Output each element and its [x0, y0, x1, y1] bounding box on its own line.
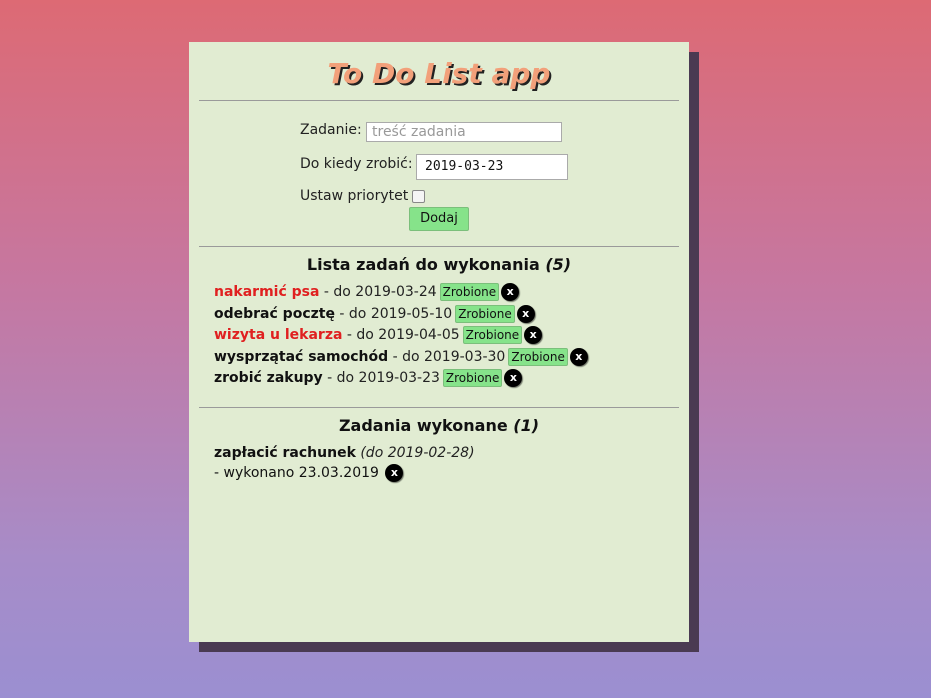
task-item: odebrać pocztę - do 2019-05-10 Zrobione x — [214, 304, 689, 326]
completed-tasks-count: (1) — [513, 416, 540, 435]
completed-task-deadline: (do 2019-02-28) — [360, 445, 475, 461]
priority-checkbox[interactable] — [412, 190, 425, 203]
active-task-list: nakarmić psa - do 2019-03-24 Zrobione x ode… — [189, 282, 689, 390]
task-deadline: - do 2019-03-23 — [322, 370, 440, 386]
completed-tasks-title: Zadania wykonane — [338, 416, 508, 435]
delete-task-button[interactable]: x — [504, 369, 523, 387]
task-name: wizyta u lekarza — [214, 327, 343, 343]
task-deadline: - do 2019-03-24 — [319, 284, 437, 300]
delete-task-button[interactable]: x — [524, 326, 543, 344]
delete-task-button[interactable]: x — [516, 304, 535, 323]
task-name: odebrać pocztę — [214, 305, 335, 322]
delete-task-button[interactable]: x — [569, 347, 588, 366]
task-row: Zadanie: — [300, 122, 362, 138]
active-tasks-title: Lista zadań do wykonania — [306, 255, 540, 274]
delete-task-button[interactable]: x — [501, 283, 520, 301]
deadline-label: Do kiedy zrobić: — [300, 156, 413, 172]
active-tasks-count: (5) — [545, 255, 572, 274]
priority-label: Ustaw priorytet — [300, 188, 409, 204]
active-tasks-section: Lista zadań do wykonania (5) nakarmić ps… — [189, 247, 689, 407]
delete-task-button[interactable]: x — [385, 464, 404, 482]
task-label: Zadanie: — [300, 122, 362, 138]
completed-tasks-heading: Zadania wykonane (1) — [189, 416, 689, 435]
priority-row: Ustaw priorytet — [300, 188, 408, 204]
completed-task-name: zapłacić rachunek — [214, 445, 356, 461]
add-task-button[interactable]: Dodaj — [409, 207, 469, 231]
mark-done-button[interactable]: Zrobione — [442, 369, 503, 387]
mark-done-button[interactable]: Zrobione — [462, 326, 523, 344]
task-item: zrobić zakupy - do 2019-03-23 Zrobione x — [214, 368, 689, 390]
deadline-date-input[interactable]: 2019-03-23 — [416, 154, 568, 180]
task-name: zrobić zakupy — [214, 370, 323, 386]
mark-done-button[interactable]: Zrobione — [508, 347, 568, 366]
completed-tasks-section: Zadania wykonane (1) zapłacić rachunek (… — [189, 408, 689, 483]
task-item: wysprzątać samochód - do 2019-03-30 Zrobi… — [214, 347, 689, 369]
mark-done-button[interactable]: Zrobione — [439, 283, 500, 301]
app-title: To Do List app — [327, 57, 551, 90]
task-deadline: - do 2019-03-30 — [388, 348, 506, 365]
todo-card: To Do List app Zadanie: treść zadania Do… — [189, 42, 689, 642]
task-name: nakarmić psa — [214, 284, 320, 300]
task-input[interactable]: treść zadania — [366, 122, 562, 142]
task-item: nakarmić psa - do 2019-03-24 Zrobione x — [214, 282, 689, 304]
active-tasks-heading: Lista zadań do wykonania (5) — [189, 255, 689, 274]
completed-task-list: zapłacić rachunek (do 2019-02-28) - wykon… — [189, 443, 689, 483]
task-deadline: - do 2019-04-05 — [342, 327, 460, 343]
add-task-form: Zadanie: treść zadania Do kiedy zrobić: … — [189, 101, 689, 246]
completed-task-date: - wykonano 23.03.2019 — [214, 465, 379, 481]
deadline-row: Do kiedy zrobić: — [300, 156, 413, 172]
mark-done-button[interactable]: Zrobione — [455, 304, 515, 323]
completed-task-item: zapłacić rachunek (do 2019-02-28) - wykon… — [189, 443, 689, 483]
task-deadline: - do 2019-05-10 — [334, 305, 453, 322]
task-item: wizyta u lekarza - do 2019-04-05 Zrobione… — [214, 325, 689, 347]
task-name: wysprzątać samochód — [214, 348, 389, 365]
